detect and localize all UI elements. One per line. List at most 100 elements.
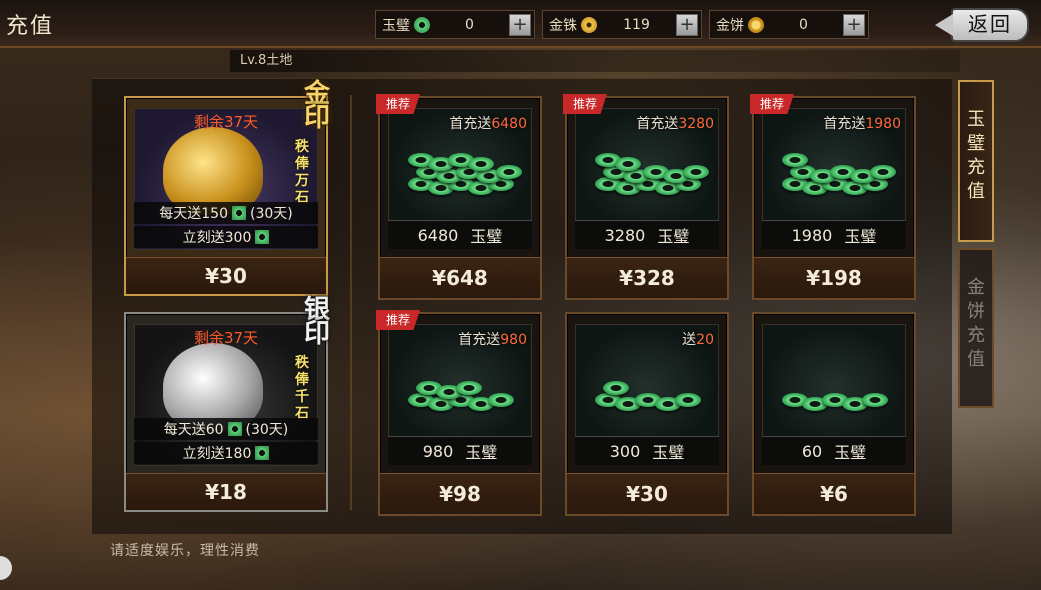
recommend-tag: 推荐 <box>376 310 420 330</box>
tab-jade-recharge[interactable]: 玉璧充值 <box>958 80 994 242</box>
price-button[interactable]: ¥328 <box>567 257 727 298</box>
add-gold-button[interactable]: + <box>676 13 698 36</box>
jade-pack-card[interactable]: 60 玉璧 ¥6 <box>752 312 916 516</box>
page-title: 充值 <box>6 14 55 39</box>
tab-label: 玉璧充值 <box>967 109 985 202</box>
daily-duration: (30天) <box>249 206 293 222</box>
jade-disc <box>456 380 482 395</box>
bonus-number: 980 <box>500 332 527 348</box>
jade-pack-card[interactable]: 首充送6480 推荐 6480 玉璧 ¥648 <box>376 94 542 300</box>
amount-unit: 玉璧 <box>465 443 498 462</box>
pack-amount: 300 玉璧 <box>575 436 719 465</box>
recommend-tag: 推荐 <box>376 94 420 114</box>
pack-amount: 1980 玉璧 <box>762 220 906 249</box>
amount-unit: 玉璧 <box>470 227 503 246</box>
amount-unit: 玉璧 <box>834 443 867 462</box>
bonus-number: 3280 <box>678 116 714 132</box>
jade-coin-icon <box>231 206 246 220</box>
pack-amount: 980 玉璧 <box>388 436 532 465</box>
price-button[interactable]: ¥30 <box>567 473 727 514</box>
price-button[interactable]: ¥6 <box>754 473 914 514</box>
add-jade-button[interactable]: + <box>509 13 531 36</box>
currency-cake: 金饼 0 + <box>709 10 869 39</box>
jade-pile-icon <box>400 353 520 423</box>
jade-pack-card[interactable]: 送20 300 玉璧 ¥30 <box>565 312 729 516</box>
jade-disc <box>488 392 514 407</box>
days-left: 剩余37天 <box>193 329 259 347</box>
jade-pile-image: 首充送1980 <box>762 108 906 222</box>
daily-reward: 每天送150 (30天) <box>134 202 318 224</box>
add-cake-button[interactable]: + <box>843 13 865 36</box>
seal-motto: 秩俸千石 <box>295 355 309 422</box>
jade-pile-image: 送20 <box>575 324 719 438</box>
pack-amount: 6480 玉璧 <box>388 220 532 249</box>
jade-disc <box>862 392 888 407</box>
currency-label: 金铢 <box>549 17 577 34</box>
pack-amount: 3280 玉璧 <box>575 220 719 249</box>
jade-pack-card[interactable]: 首充送3280 推荐 3280 玉璧 ¥328 <box>563 94 729 300</box>
jade-pile-image: 首充送6480 <box>388 108 532 222</box>
bonus-number: 6480 <box>491 116 527 132</box>
instant-reward: 立刻送300 <box>134 226 318 248</box>
jade-coin-icon <box>255 230 270 244</box>
amount-unit: 玉璧 <box>657 227 690 246</box>
gold-coin-icon <box>581 16 597 33</box>
currency-label: 金饼 <box>716 17 744 34</box>
gold-seal-card[interactable]: 剩余37天 秩俸万石 金印 每天送150 (30天) 立刻送300 ¥30 <box>124 81 330 296</box>
bonus-prefix: 送 <box>682 332 697 348</box>
back-button[interactable]: 返回 <box>935 8 1029 42</box>
amount-value: 60 <box>801 441 823 461</box>
amount-value: 300 <box>609 441 641 461</box>
bonus-prefix: 首充送 <box>458 332 501 348</box>
jade-disc <box>675 392 701 407</box>
bonus-text: 首充送1980 <box>823 113 901 133</box>
price-button[interactable]: ¥30 <box>126 257 326 294</box>
divider <box>350 95 352 510</box>
bonus-number: 20 <box>696 332 714 348</box>
jade-coin-icon <box>227 422 242 436</box>
price-button[interactable]: ¥18 <box>126 473 326 510</box>
currency-jade: 玉璧 0 + <box>375 10 535 39</box>
recommend-tag: 推荐 <box>563 94 607 114</box>
jade-coin-icon <box>255 446 270 460</box>
jade-pile-icon <box>400 137 522 207</box>
tab-cake-recharge[interactable]: 金饼充值 <box>958 248 994 408</box>
jade-disc <box>496 164 522 179</box>
bonus-text: 首充送980 <box>458 329 527 349</box>
currency-label: 玉璧 <box>382 17 410 34</box>
seal-name: 银印 <box>303 295 330 349</box>
amount-value: 3280 <box>604 225 646 245</box>
days-left: 剩余37天 <box>193 113 259 131</box>
seal-name: 金印 <box>303 79 330 133</box>
daily-text: 每天送150 <box>159 206 228 222</box>
bonus-prefix: 首充送 <box>823 116 866 132</box>
jade-pile-image: 首充送980 <box>388 324 532 438</box>
instant-text: 立刻送180 <box>182 446 252 462</box>
bonus-text: 首充送3280 <box>636 113 714 133</box>
pack-amount: 60 玉璧 <box>762 436 906 465</box>
jade-coin-icon <box>414 16 430 33</box>
jade-disc <box>870 164 896 179</box>
currency-value: 0 <box>799 16 808 33</box>
jade-pack-card[interactable]: 首充送1980 推荐 1980 玉璧 ¥198 <box>750 94 916 300</box>
instant-text: 立刻送300 <box>182 230 252 246</box>
jade-disc <box>603 380 629 395</box>
bonus-prefix: 首充送 <box>449 116 492 132</box>
daily-duration: (30天) <box>245 422 289 438</box>
top-bar: 充值 玉璧 0 + 金铢 119 + 金饼 0 + 返回 <box>0 0 1041 48</box>
jade-pile-icon <box>774 353 894 423</box>
price-button[interactable]: ¥648 <box>380 257 540 298</box>
silver-seal-card[interactable]: 剩余37天 秩俸千石 银印 每天送60 (30天) 立刻送180 ¥18 <box>124 297 330 512</box>
price-button[interactable]: ¥98 <box>380 473 540 514</box>
price-button[interactable]: ¥198 <box>754 257 914 298</box>
jade-pile-icon <box>774 137 896 207</box>
jade-disc <box>782 152 808 167</box>
amount-value: 980 <box>422 441 454 461</box>
tab-label: 金饼充值 <box>967 277 985 370</box>
jade-pack-card[interactable]: 首充送980 推荐 980 玉璧 ¥98 <box>376 310 542 516</box>
instant-reward: 立刻送180 <box>134 442 318 464</box>
jade-pile-icon <box>587 353 707 423</box>
jade-pile-image: 首充送3280 <box>575 108 719 222</box>
jade-pile-image <box>762 324 906 438</box>
amount-unit: 玉璧 <box>844 227 877 246</box>
